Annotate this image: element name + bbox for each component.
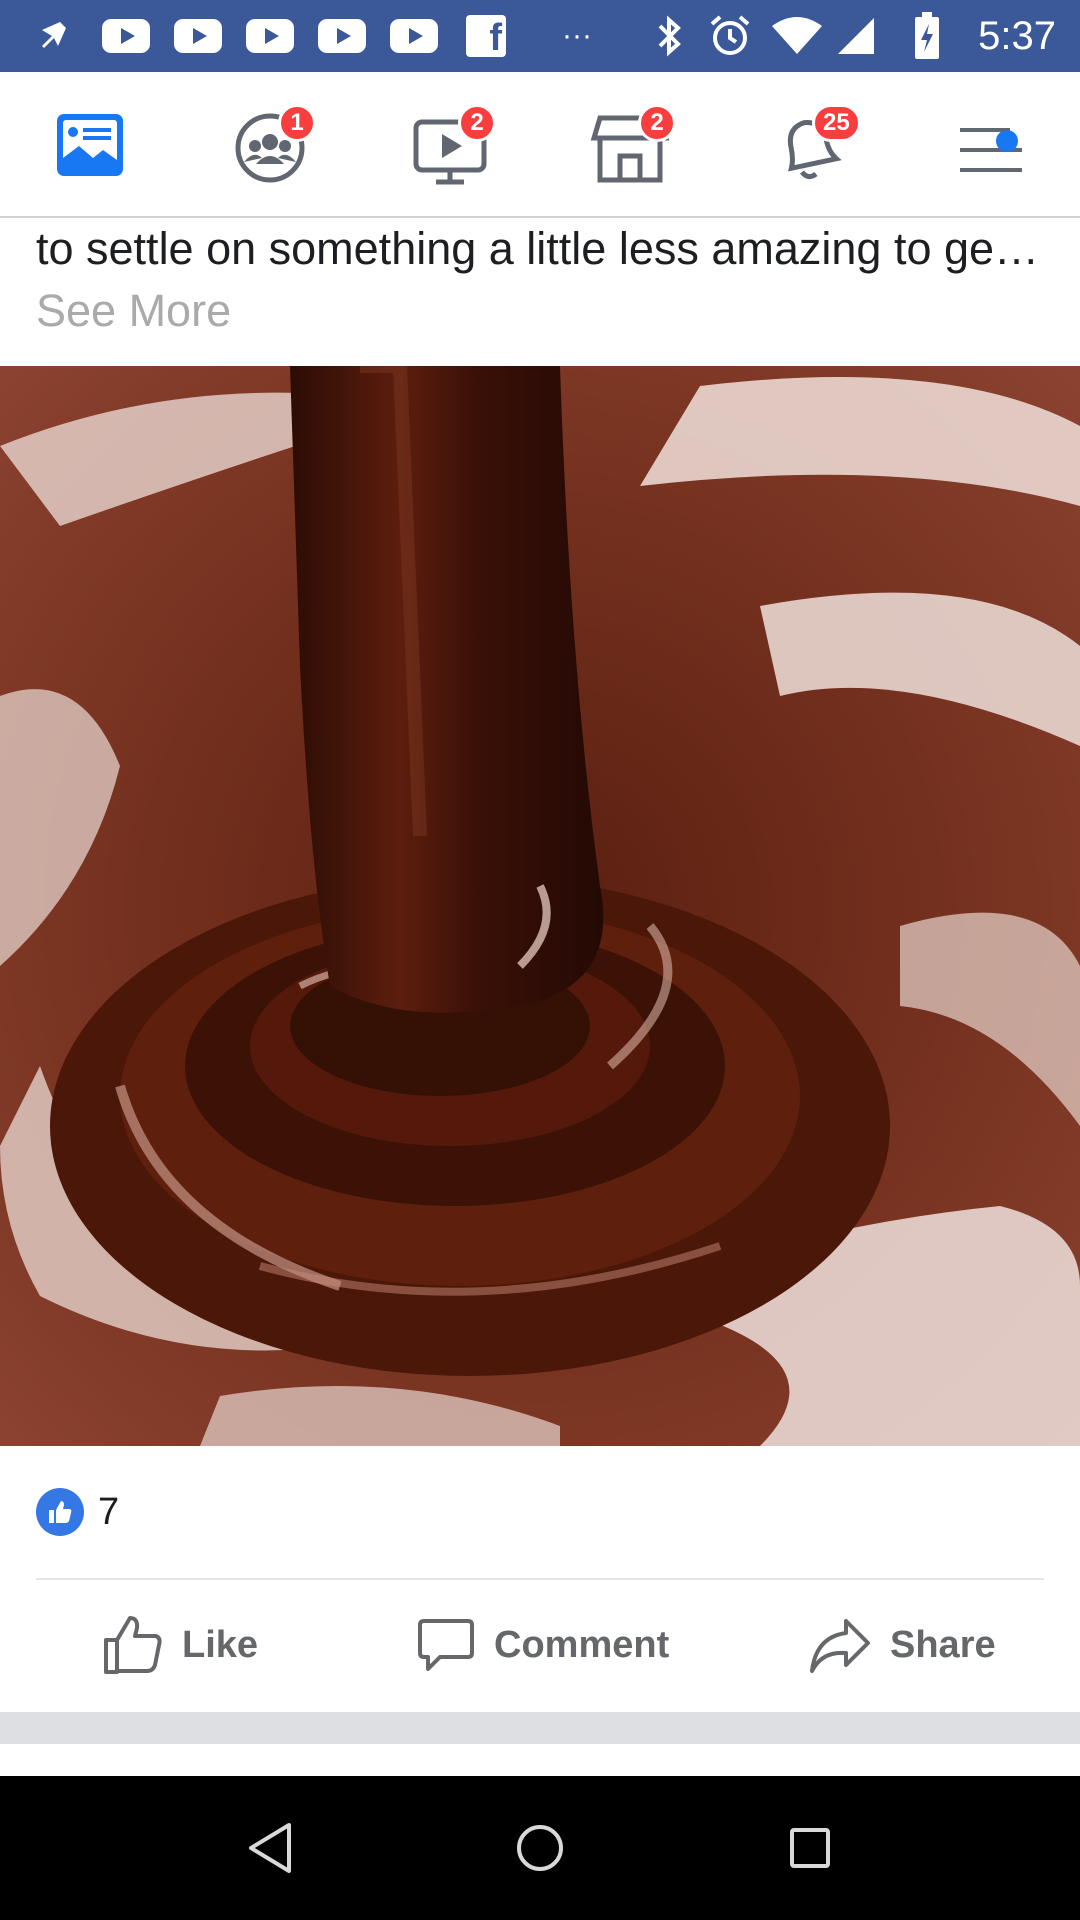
tab-marketplace[interactable]: 2 [586, 100, 676, 190]
post-body-text: to settle on something a little less ama… [36, 223, 1040, 274]
top-nav-bar: 1 2 2 25 [0, 72, 1080, 218]
comment-icon [418, 1619, 474, 1671]
tab-watch[interactable]: 2 [406, 100, 496, 190]
melted-chocolate-photo [0, 366, 1080, 1446]
thumbs-up-icon [104, 1616, 162, 1674]
share-label: Share [890, 1623, 996, 1666]
share-icon [810, 1619, 870, 1673]
facebook-icon: f [466, 12, 506, 60]
alarm-icon [708, 12, 752, 60]
notifications-badge: 25 [812, 104, 861, 142]
watch-badge: 2 [458, 104, 496, 142]
groups-badge: 1 [278, 104, 316, 142]
bluetooth-icon [654, 12, 684, 60]
more-notifications-icon: ··· [562, 19, 592, 52]
youtube-icon [246, 12, 294, 60]
comment-button[interactable]: Comment [416, 1580, 669, 1710]
menu-icon [960, 128, 1022, 172]
home-icon[interactable] [508, 1816, 572, 1880]
back-icon[interactable] [238, 1816, 302, 1880]
youtube-icon [318, 12, 366, 60]
status-bar: f ··· 5:37 [0, 0, 1080, 72]
like-label: Like [182, 1623, 259, 1666]
tab-groups[interactable]: 1 [226, 100, 316, 190]
comment-label: Comment [494, 1623, 670, 1666]
post-text: to settle on something a little less ama… [36, 218, 1046, 342]
post-actions: Like Comment Share [0, 1580, 1080, 1710]
signal-icon [836, 12, 876, 60]
marketplace-badge: 2 [638, 104, 676, 142]
notification-pin-icon [36, 12, 72, 60]
youtube-icon [390, 12, 438, 60]
status-time: 5:37 [978, 14, 1056, 58]
wifi-icon [770, 12, 824, 60]
tab-menu[interactable] [946, 100, 1036, 190]
like-button[interactable]: Like [102, 1580, 258, 1710]
news-feed-icon [57, 114, 123, 176]
battery-charging-icon [914, 12, 940, 60]
recents-icon[interactable] [778, 1816, 842, 1880]
menu-new-dot [996, 130, 1018, 152]
share-button[interactable]: Share [808, 1580, 996, 1710]
reaction-count: 7 [98, 1490, 120, 1533]
tab-notifications[interactable]: 25 [766, 100, 861, 190]
android-navigation-bar [0, 1776, 1080, 1920]
feed-separator [0, 1712, 1080, 1744]
tab-news-feed[interactable] [45, 100, 135, 190]
like-reaction-icon [36, 1488, 84, 1536]
see-more-link[interactable]: See More [36, 285, 231, 336]
post-photo[interactable] [0, 366, 1080, 1446]
reactions-summary[interactable]: 7 [36, 1487, 119, 1537]
youtube-icon [174, 12, 222, 60]
youtube-icon [102, 12, 150, 60]
